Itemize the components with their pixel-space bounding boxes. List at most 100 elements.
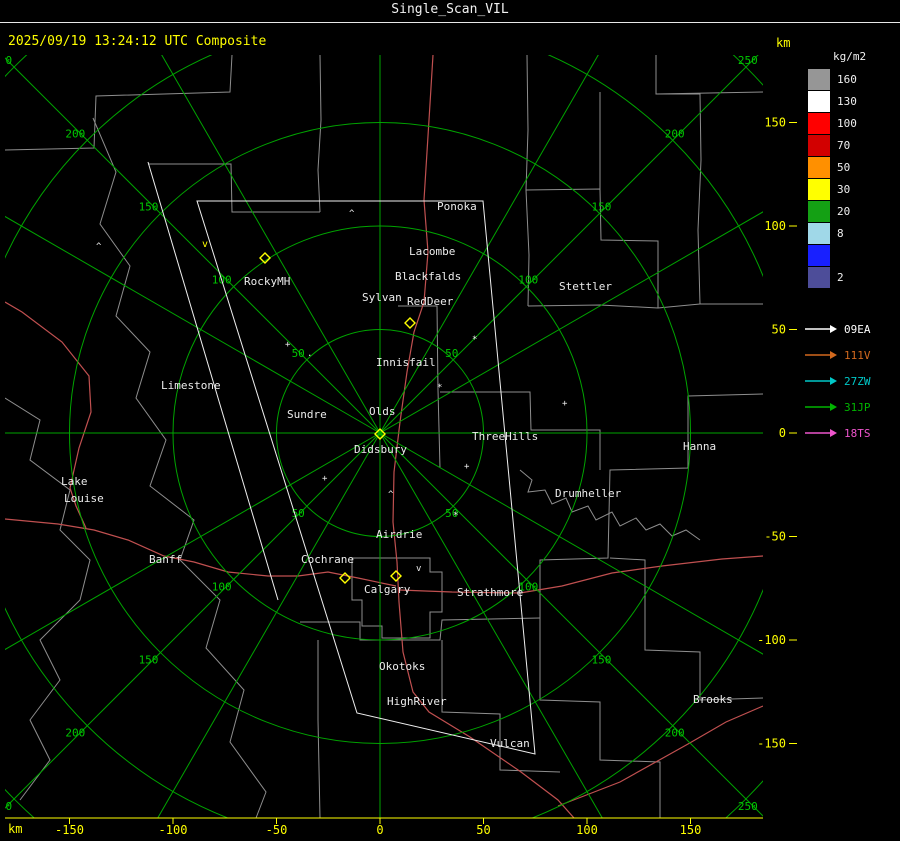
- legend-level-row: 8: [800, 223, 900, 244]
- legend-level-row: [800, 245, 900, 266]
- legend-color-swatch: [808, 135, 830, 156]
- station-id-label: 09EA: [844, 322, 871, 336]
- legend-value-label: 50: [837, 161, 851, 174]
- legend-level-row: 100: [800, 113, 900, 134]
- city-label: Calgary: [364, 583, 411, 596]
- legend-value-label: 70: [837, 139, 851, 152]
- city-label: Blackfalds: [395, 270, 461, 283]
- range-ring-label: 250: [738, 54, 758, 67]
- station-legend-row: 111V: [804, 342, 900, 368]
- county-boundary: [317, 640, 321, 818]
- town-marker: ^: [388, 490, 394, 500]
- legend-color-swatch: [808, 91, 830, 112]
- town-marker: ^: [96, 242, 102, 252]
- legend-color-swatch: [808, 113, 830, 134]
- bottom-axis-tick-label: -100: [159, 823, 188, 837]
- county-boundary: [5, 55, 233, 151]
- city-label: Sylvan: [362, 291, 402, 304]
- legend-value-label: 130: [837, 95, 857, 108]
- legend-color-swatch: [808, 201, 830, 222]
- radar-site-marker: [259, 252, 271, 264]
- city-label: RockyMH: [244, 275, 290, 288]
- city-label: Stettler: [559, 280, 612, 293]
- city-label: Airdrie: [376, 528, 422, 541]
- right-axis-tick-label: 0: [779, 426, 786, 440]
- city-label: Louise: [64, 492, 104, 505]
- town-marker: +: [464, 462, 470, 472]
- county-boundary: [527, 303, 763, 309]
- right-axis-tick-label: 100: [764, 219, 786, 233]
- station-arrow-icon: [805, 377, 837, 385]
- town-marker: +: [285, 340, 291, 350]
- site-glyph-marker: v: [202, 239, 208, 250]
- right-axis-tick-label: -150: [757, 737, 786, 751]
- right-axis-tick-label: 50: [772, 323, 786, 337]
- station-legend: 09EA 111V 27ZW 31JP 18TS: [800, 316, 900, 446]
- legend-value-label: 160: [837, 73, 857, 86]
- right-axis-tick-label: -50: [764, 530, 786, 544]
- county-boundary: [148, 163, 320, 213]
- azimuth-line: [379, 432, 603, 818]
- range-ring-label: 200: [665, 727, 685, 740]
- bottom-axis-tick-label: 0: [376, 823, 383, 837]
- range-ring-label: 250: [0, 54, 12, 67]
- city-label: Brooks: [693, 693, 733, 706]
- legend-level-row: 70: [800, 135, 900, 156]
- range-ring-label: 200: [665, 127, 685, 140]
- city-label: Okotoks: [379, 660, 425, 673]
- bottom-axis-tick-label: 50: [476, 823, 490, 837]
- radar-map[interactable]: 5010015020025050100150200250501001502002…: [0, 0, 900, 841]
- range-ring-label: 150: [139, 654, 159, 667]
- highway-line: [398, 555, 763, 594]
- city-label: Limestone: [161, 379, 221, 392]
- city-label: Lake: [61, 475, 88, 488]
- legend-color-swatch: [808, 223, 830, 244]
- range-ring-label: 150: [592, 654, 612, 667]
- county-boundary: [441, 640, 561, 773]
- station-arrow-icon: [805, 429, 837, 437]
- city-label: Vulcan: [490, 737, 530, 750]
- city-label: Lacombe: [409, 245, 455, 258]
- station-id-label: 31JP: [844, 400, 871, 414]
- legend-color-swatch: [808, 179, 830, 200]
- city-label: Innisfail: [376, 356, 436, 369]
- legend-level-row: 20: [800, 201, 900, 222]
- city-label: HighRiver: [387, 695, 447, 708]
- station-arrow-icon: [805, 351, 837, 359]
- city-label: ThreeHills: [472, 430, 538, 443]
- range-ring-label: 200: [65, 127, 85, 140]
- legend-level-row: 130: [800, 91, 900, 112]
- station-arrow-icon: [805, 325, 837, 333]
- city-label: Olds: [369, 405, 396, 418]
- range-ring: [5, 55, 763, 818]
- legend-level-row: 30: [800, 179, 900, 200]
- radar-site-marker: [390, 570, 402, 582]
- bottom-axis-tick-label: -50: [266, 823, 288, 837]
- range-ring-label: 250: [0, 800, 12, 813]
- legend-value-label: 100: [837, 117, 857, 130]
- station-legend-row: 09EA: [804, 316, 900, 342]
- county-boundary: [655, 55, 702, 305]
- legend-value-label: 30: [837, 183, 851, 196]
- town-marker: +: [562, 399, 568, 409]
- right-axis-tick-label: -100: [757, 633, 786, 647]
- range-ring: [5, 55, 763, 818]
- radar-site-marker: [404, 317, 416, 329]
- station-legend-row: 31JP: [804, 394, 900, 420]
- legend-level-row: 160: [800, 69, 900, 90]
- city-label: Sundre: [287, 408, 327, 421]
- town-marker: +: [322, 474, 328, 484]
- city-label: Strathmore: [457, 586, 523, 599]
- town-marker: *: [472, 335, 477, 345]
- legend-value-label: 8: [837, 227, 844, 240]
- azimuth-line: [161, 55, 381, 434]
- city-label: Didsbury: [354, 443, 407, 456]
- county-boundary: [525, 55, 530, 307]
- legend-level-row: 50: [800, 157, 900, 178]
- legend-panel: kg/m2 160 130 100 70 50 30 20 8 2 09EA 111V 27ZW 31…: [800, 50, 900, 446]
- town-marker: *: [453, 511, 458, 521]
- station-id-label: 18TS: [844, 426, 871, 440]
- legend-level-row: 2: [800, 267, 900, 288]
- range-ring-label: 200: [65, 727, 85, 740]
- county-boundary: [317, 55, 322, 213]
